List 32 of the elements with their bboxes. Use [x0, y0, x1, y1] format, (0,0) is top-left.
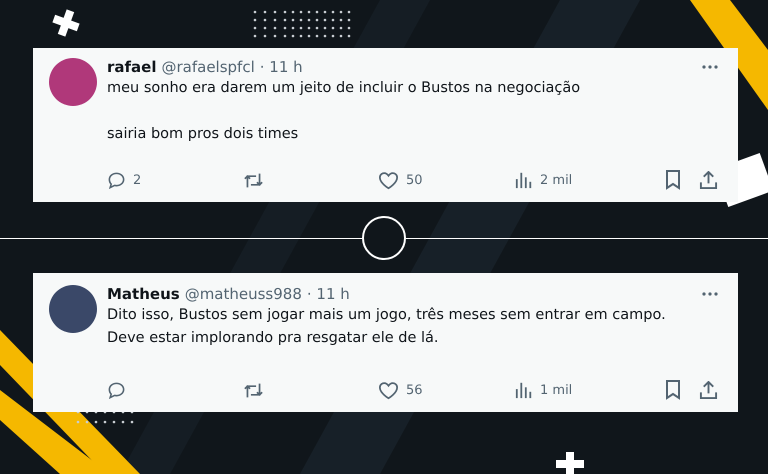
heart-icon[interactable]: [378, 380, 399, 400]
like-count: 56: [406, 382, 423, 398]
views-icon[interactable]: [515, 381, 533, 399]
tweet-text: Dito isso, Bustos sem jogar mais um jogo, três meses sem entrar em campo.: [107, 306, 667, 325]
tweet-text: sairia bom pros dois times: [107, 125, 300, 144]
view-count: 2 mil: [540, 172, 572, 188]
avatar-placeholder: [49, 285, 97, 333]
tweet-text: meu sonho era darem um jeito de incluir o Bustos na negociação: [107, 79, 582, 98]
post-time: · 11 h: [260, 58, 303, 76]
reply-icon[interactable]: [107, 380, 126, 400]
more-icon[interactable]: [702, 65, 718, 69]
user-name[interactable]: rafael: [107, 58, 156, 76]
avatar-placeholder: [49, 58, 97, 106]
reply-icon[interactable]: [107, 170, 126, 190]
post-time: · 11 h: [306, 285, 350, 303]
share-icon[interactable]: [699, 380, 718, 400]
heart-icon[interactable]: [378, 170, 399, 190]
more-icon[interactable]: [702, 292, 718, 296]
user-handle[interactable]: @matheuss988: [184, 285, 302, 303]
like-count: 50: [406, 172, 423, 188]
repost-icon[interactable]: [243, 380, 264, 400]
share-icon[interactable]: [699, 170, 718, 190]
views-icon[interactable]: [515, 171, 533, 189]
view-count: 1 mil: [540, 382, 572, 398]
bookmark-icon[interactable]: [665, 170, 681, 190]
tweet-text: Deve estar implorando pra resgatar ele de lá.: [107, 329, 440, 348]
bookmark-icon[interactable]: [665, 380, 681, 400]
circle-icon: [362, 216, 406, 260]
repost-icon[interactable]: [243, 170, 264, 190]
user-handle[interactable]: @rafaelspfcl: [161, 58, 255, 76]
reply-count: 2: [133, 172, 142, 188]
user-name[interactable]: Matheus: [107, 285, 180, 303]
